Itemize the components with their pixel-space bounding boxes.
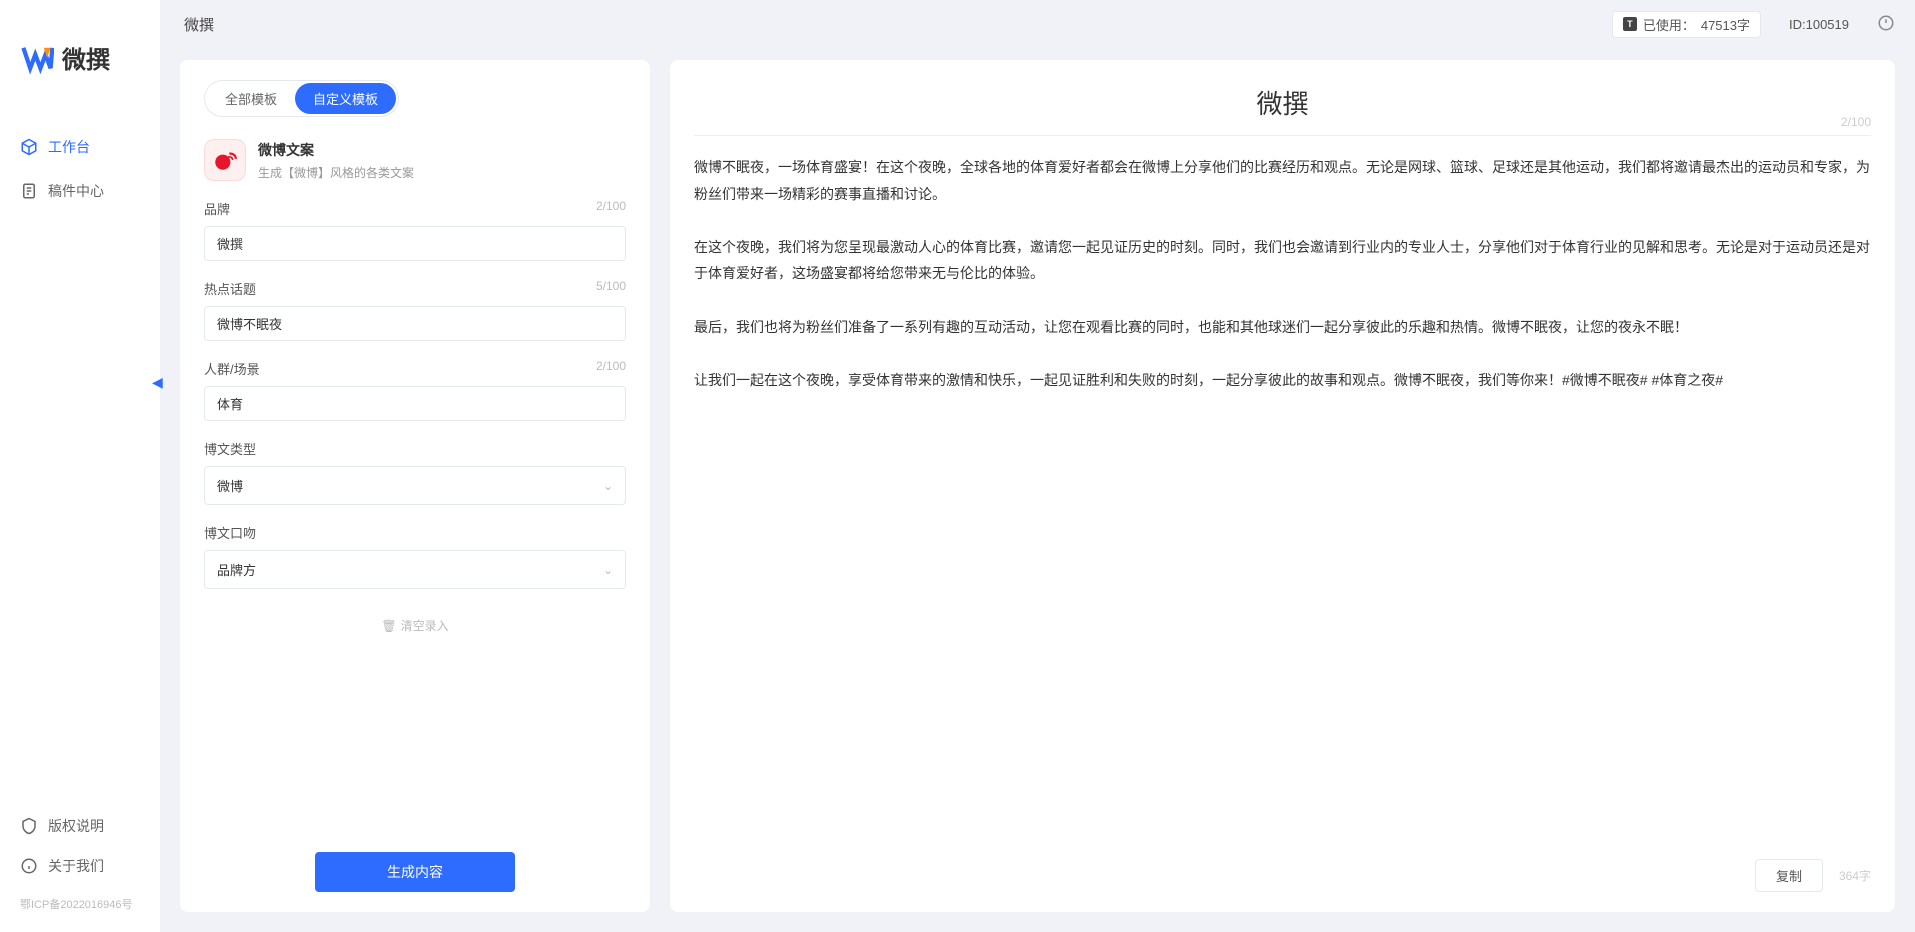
scene-input[interactable] xyxy=(204,386,626,421)
field-label-scene: 人群/场景 xyxy=(204,359,260,378)
usage-value: 47513字 xyxy=(1701,15,1750,34)
chevron-down-icon: ⌄ xyxy=(603,479,613,493)
icp-text: 鄂ICP备2022016946号 xyxy=(0,896,160,912)
usage-prefix: 已使用： xyxy=(1643,15,1695,34)
topbar: 微撰 T 已使用： 47513字 ID:100519 xyxy=(160,0,1915,48)
content: 全部模板 自定义模板 微博文案 生成【微博】风格的各类文案 品牌 xyxy=(160,48,1915,932)
post-type-select[interactable]: 微博 ⌄ xyxy=(204,466,626,505)
document-icon xyxy=(20,182,38,200)
sidebar-collapse-arrow[interactable]: ◀ xyxy=(152,374,163,391)
nav-item-label: 版权说明 xyxy=(48,816,104,836)
user-id-label: ID:100519 xyxy=(1789,17,1849,32)
field-label-brand: 品牌 xyxy=(204,199,230,218)
output-title: 微撰 xyxy=(694,80,1871,135)
brand-logo: 微撰 xyxy=(0,20,160,105)
sidebar-footer: 版权说明 关于我们 xyxy=(0,806,160,896)
nav-item-drafts[interactable]: 稿件中心 xyxy=(0,169,160,213)
template-tabs: 全部模板 自定义模板 xyxy=(204,80,399,117)
nav: 工作台 稿件中心 xyxy=(0,105,160,806)
topic-input[interactable] xyxy=(204,306,626,341)
main: 微撰 T 已使用： 47513字 ID:100519 全部模板 自定义模板 xyxy=(160,0,1915,932)
clear-input-link[interactable]: 🗑 清空录入 xyxy=(204,607,626,644)
shield-icon xyxy=(20,817,38,835)
field-label-topic: 热点话题 xyxy=(204,279,256,298)
trash-icon: 🗑 xyxy=(381,619,396,633)
input-panel: 全部模板 自定义模板 微博文案 生成【微博】风格的各类文案 品牌 xyxy=(180,60,650,912)
topbar-right: T 已使用： 47513字 ID:100519 xyxy=(1612,11,1895,38)
template-desc: 生成【微博】风格的各类文案 xyxy=(258,164,414,181)
template-title: 微博文案 xyxy=(258,140,414,160)
weibo-icon xyxy=(204,139,246,181)
output-body: 微博不眠夜，一场体育盛宴！在这个夜晚，全球各地的体育爱好者都会在微博上分享他们的… xyxy=(694,154,1871,393)
post-tone-select[interactable]: 品牌方 ⌄ xyxy=(204,550,626,589)
nav-item-label: 稿件中心 xyxy=(48,181,104,201)
text-icon: T xyxy=(1623,17,1637,31)
copy-button[interactable]: 复制 xyxy=(1755,859,1823,892)
usage-badge[interactable]: T 已使用： 47513字 xyxy=(1612,11,1761,38)
nav-item-label: 关于我们 xyxy=(48,856,104,876)
nav-item-about[interactable]: 关于我们 xyxy=(20,846,140,886)
cube-icon xyxy=(20,138,38,156)
nav-item-copyright[interactable]: 版权说明 xyxy=(20,806,140,846)
generate-button[interactable]: 生成内容 xyxy=(315,852,515,892)
select-value: 微博 xyxy=(217,476,243,495)
chevron-down-icon: ⌄ xyxy=(603,563,613,577)
form: 品牌 2/100 热点话题 5/100 xyxy=(204,199,626,832)
field-label-type: 博文类型 xyxy=(204,439,256,458)
power-icon[interactable] xyxy=(1877,14,1895,35)
page-title: 微撰 xyxy=(184,14,214,35)
field-count-brand: 2/100 xyxy=(596,199,626,218)
field-count-scene: 2/100 xyxy=(596,359,626,378)
nav-item-workspace[interactable]: 工作台 xyxy=(0,125,160,169)
tab-all-templates[interactable]: 全部模板 xyxy=(207,83,295,114)
char-count: 364字 xyxy=(1839,867,1871,884)
brand-text: 微撰 xyxy=(62,40,110,75)
brand-input[interactable] xyxy=(204,226,626,261)
info-icon xyxy=(20,857,38,875)
select-value: 品牌方 xyxy=(217,560,256,579)
output-top-count: 2/100 xyxy=(1841,115,1871,129)
nav-item-label: 工作台 xyxy=(48,137,90,157)
template-card: 微博文案 生成【微博】风格的各类文案 xyxy=(204,133,626,199)
logo-icon xyxy=(20,41,54,75)
field-label-tone: 博文口吻 xyxy=(204,523,256,542)
sidebar: 微撰 工作台 稿件中心 版权说明 xyxy=(0,0,160,932)
field-count-topic: 5/100 xyxy=(596,279,626,298)
output-panel: 微撰 2/100 微博不眠夜，一场体育盛宴！在这个夜晚，全球各地的体育爱好者都会… xyxy=(670,60,1895,912)
clear-label: 清空录入 xyxy=(401,617,449,634)
tab-custom-templates[interactable]: 自定义模板 xyxy=(295,83,396,114)
